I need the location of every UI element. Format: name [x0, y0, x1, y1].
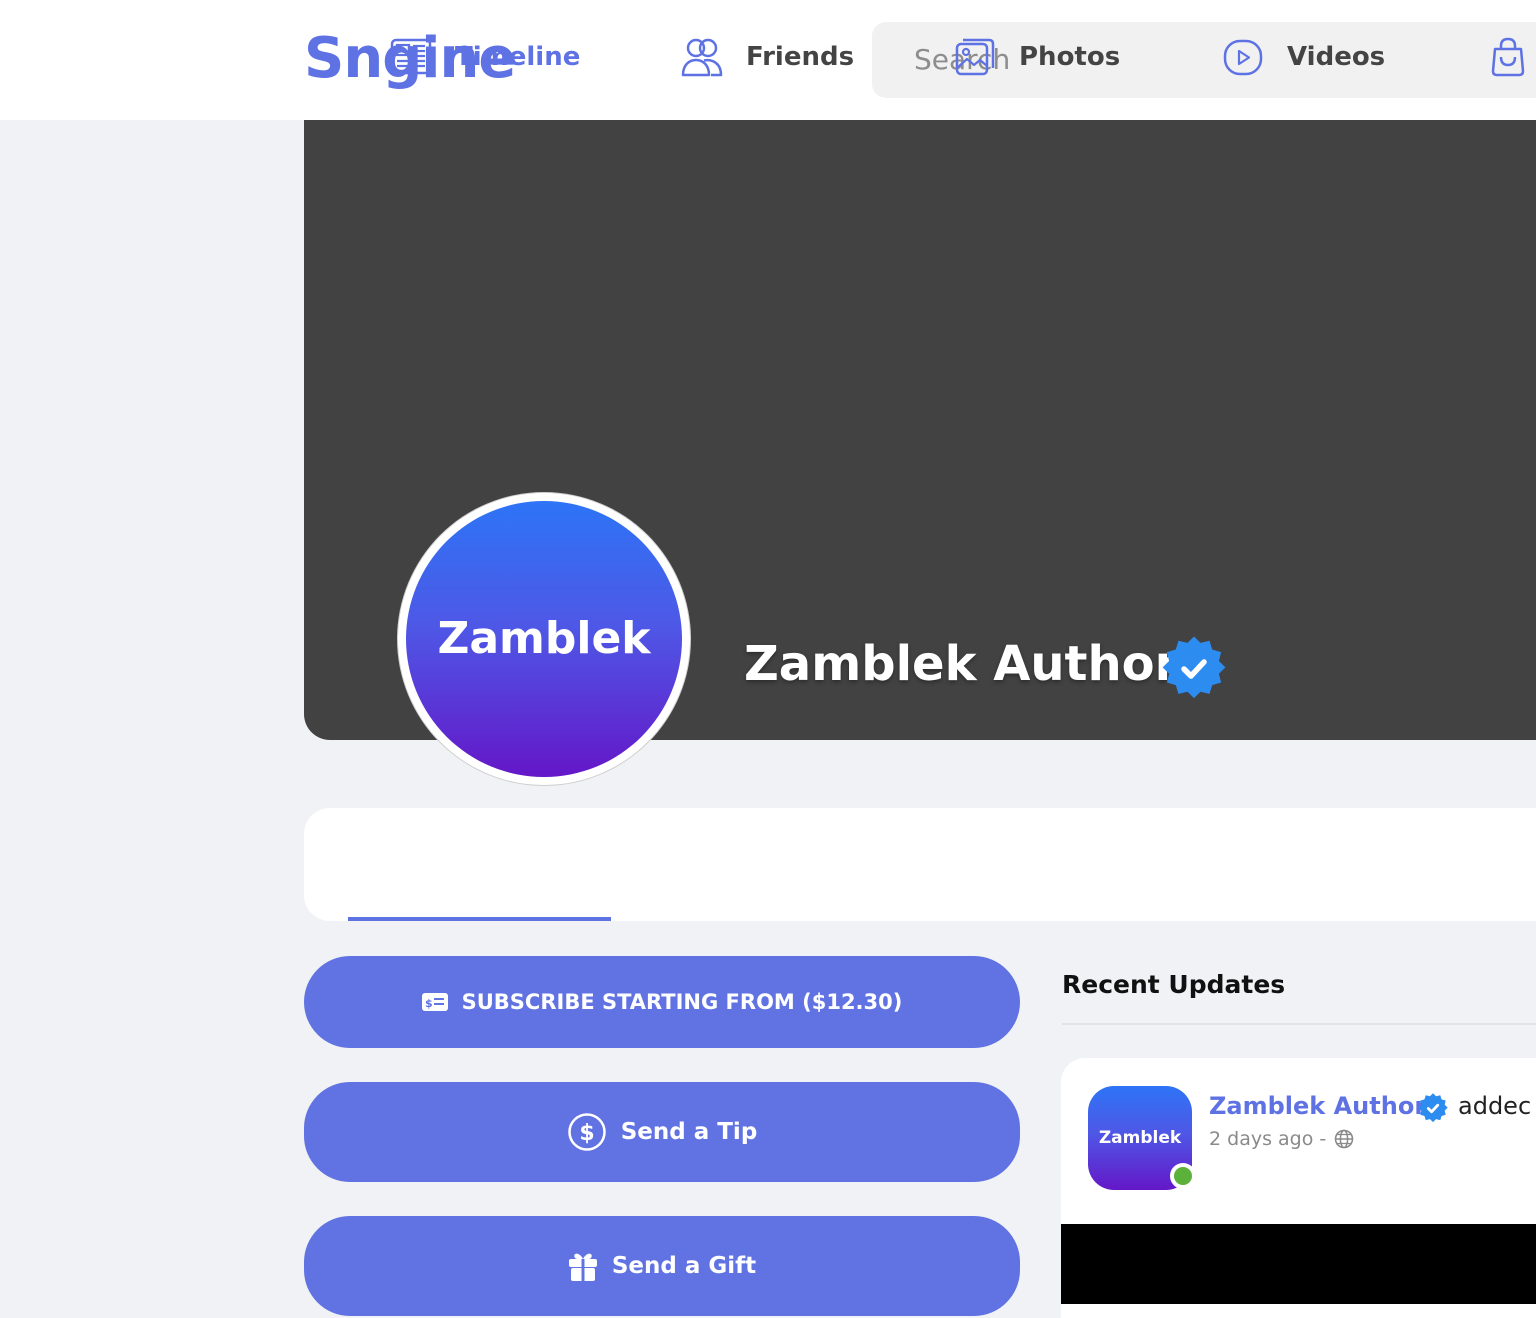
active-tab-indicator	[348, 917, 611, 921]
profile-tabs	[304, 808, 1536, 921]
profile-avatar[interactable]: Zamblek	[406, 501, 682, 777]
tab-label: Videos	[1287, 41, 1386, 72]
tab-photos[interactable]: Photos	[953, 0, 1120, 113]
subscription-card-icon: $	[421, 993, 448, 1011]
tab-friends[interactable]: Friends	[680, 0, 854, 113]
svg-text:$: $	[425, 997, 433, 1010]
subscribe-button[interactable]: $ SUBSCRIBE STARTING FROM ($12.30)	[304, 956, 1020, 1048]
tab-store[interactable]	[1486, 0, 1530, 113]
divider	[1062, 1023, 1536, 1025]
tab-label: Timeline	[455, 41, 581, 72]
svg-text:$: $	[579, 1121, 594, 1146]
subscribe-label: SUBSCRIBE STARTING FROM ($12.30)	[461, 990, 903, 1014]
dollar-circle-icon: $	[567, 1113, 606, 1151]
photos-icon	[955, 38, 995, 75]
post-avatar-text: Zamblek	[1098, 1128, 1182, 1148]
send-tip-label: Send a Tip	[620, 1119, 758, 1145]
profile-name: Zamblek Author	[744, 636, 1179, 692]
send-gift-button[interactable]: Send a Gift	[304, 1216, 1020, 1316]
profile-avatar-text: Zamblek	[437, 613, 651, 664]
send-tip-button[interactable]: $ Send a Tip	[304, 1082, 1020, 1182]
tab-timeline[interactable]: Timeline	[389, 0, 580, 113]
send-gift-label: Send a Gift	[611, 1253, 757, 1279]
globe-icon	[1334, 1129, 1354, 1149]
recent-updates-title: Recent Updates	[1062, 970, 1286, 999]
tab-videos[interactable]: Videos	[1221, 0, 1385, 113]
shopping-bag-icon	[1491, 37, 1525, 76]
post-author-name[interactable]: Zamblek Author	[1209, 1090, 1426, 1122]
online-status-dot	[1170, 1163, 1196, 1189]
users-icon	[681, 38, 723, 76]
post-action-text: addec	[1458, 1092, 1532, 1120]
post-timestamp[interactable]: 2 days ago -	[1209, 1126, 1326, 1152]
newspaper-icon	[390, 38, 432, 74]
verified-badge-icon	[1162, 636, 1226, 699]
gift-icon	[568, 1253, 597, 1281]
video-icon	[1223, 39, 1263, 75]
verified-badge-icon	[1418, 1093, 1448, 1123]
post-media[interactable]	[1061, 1224, 1536, 1304]
tab-label: Friends	[746, 41, 855, 72]
tab-label: Photos	[1019, 41, 1121, 72]
